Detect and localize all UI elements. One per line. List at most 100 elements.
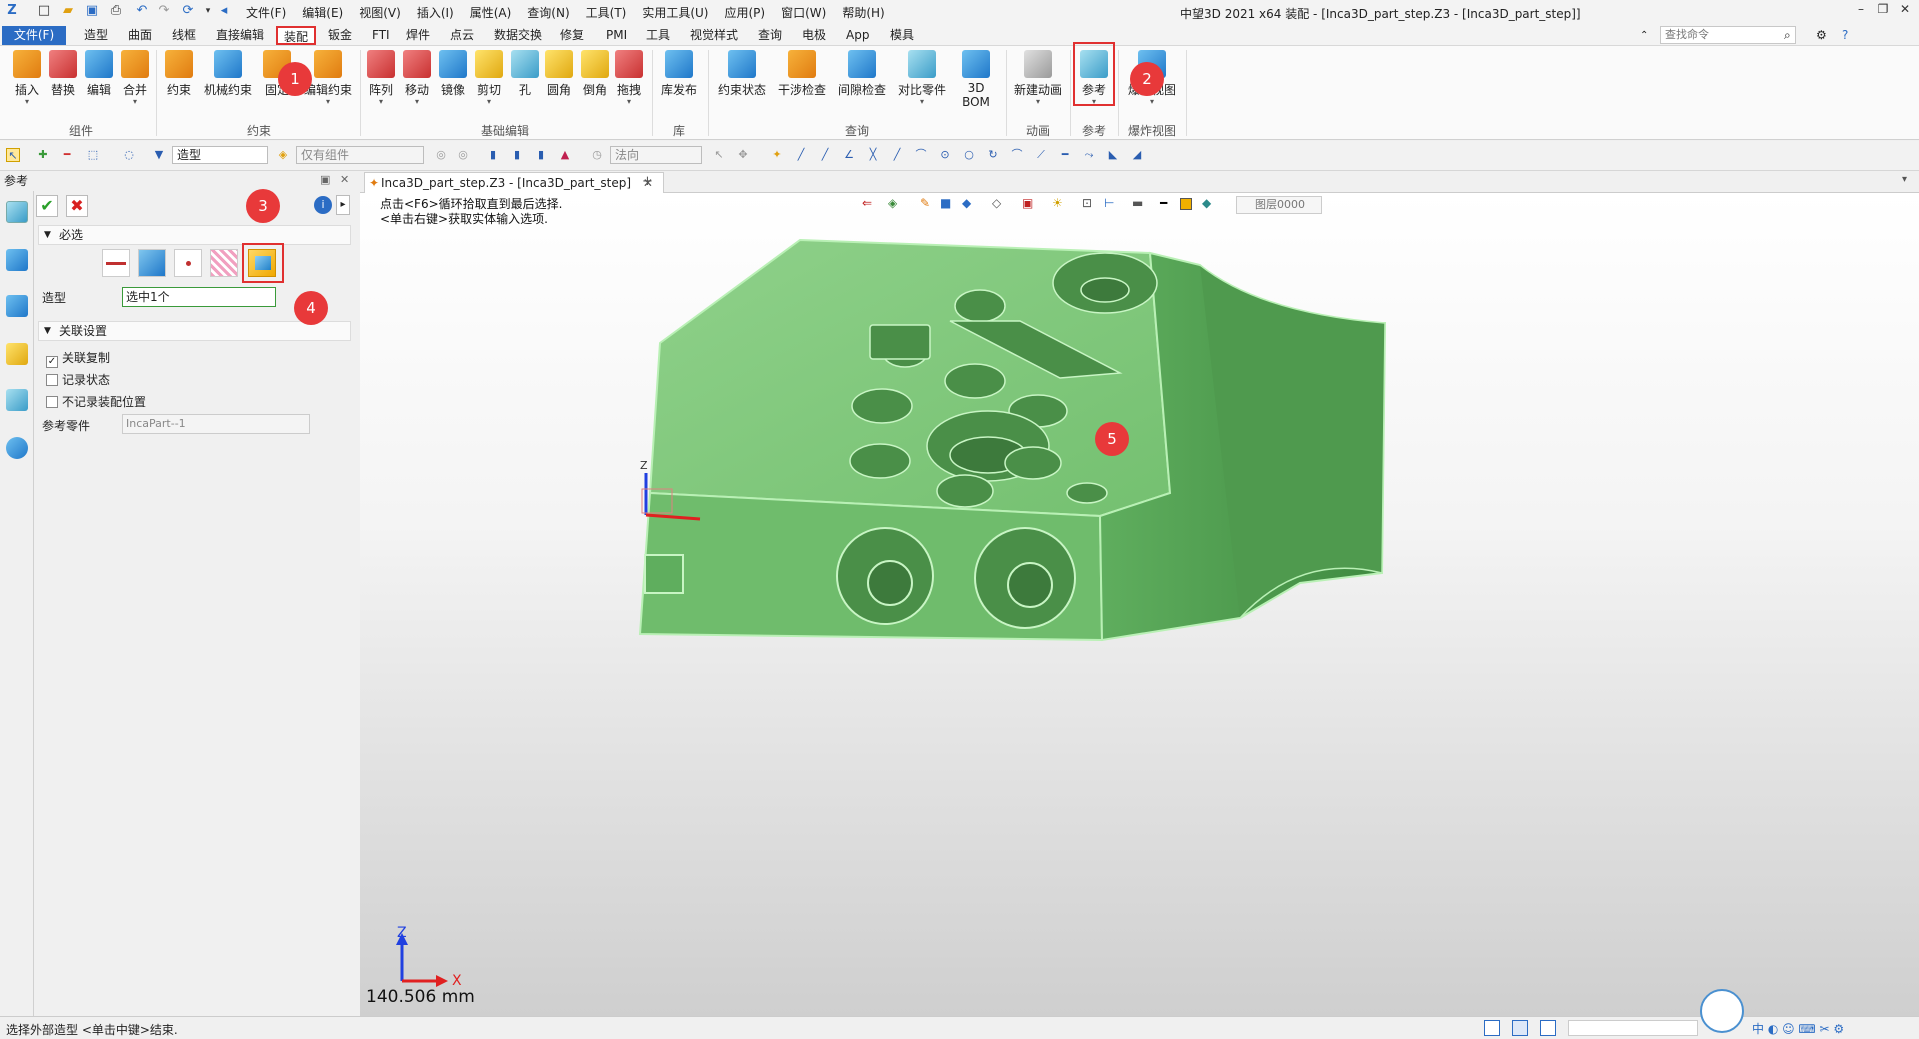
undo-icon[interactable]: ↶ (134, 3, 150, 19)
new-animation-button[interactable]: 新建动画 ▾ (1010, 50, 1066, 106)
3d-viewport[interactable]: 点击<F6>循环拾取直到最后选择. <单击右键>获取实体输入选项. ⇐ ◈ ✎ … (360, 193, 1919, 1016)
info-icon[interactable]: i (314, 196, 332, 214)
scope-icon[interactable]: ◈ (276, 148, 290, 162)
snap-perpendicular-icon[interactable]: ╱ (890, 148, 904, 162)
print-icon[interactable]: ⎙ (108, 3, 124, 19)
snap-arc-icon[interactable]: ⌒ (914, 148, 928, 162)
insert-button[interactable]: 插入 ▾ (10, 50, 44, 106)
tab-file[interactable]: 文件(F) (2, 26, 66, 45)
tab-fti[interactable]: FTI (366, 26, 396, 45)
snap-normal-icon[interactable]: ◣ (1106, 148, 1120, 162)
minimize-icon[interactable]: – (1852, 2, 1870, 20)
status-input[interactable] (1568, 1020, 1698, 1036)
ref-sketch-icon[interactable] (210, 249, 238, 277)
ime-toolbar[interactable]: 中 ◐ ☺ ⌨ ✂ ⚙ (1752, 1020, 1844, 1037)
window-icon[interactable] (1540, 1020, 1556, 1036)
tab-visual-style[interactable]: 视觉样式 (684, 26, 744, 45)
save-icon[interactable]: ▣ (84, 3, 100, 19)
cut-button[interactable]: 剪切 ▾ (472, 50, 506, 106)
snap-curve-icon[interactable]: ⟋ (1034, 148, 1048, 162)
snap-midpoint-icon[interactable]: ╱ (818, 148, 832, 162)
tab-mold[interactable]: 模具 (884, 26, 920, 45)
lasso-icon[interactable]: ◌ (122, 148, 136, 162)
snap-line-icon[interactable]: ╱ (794, 148, 808, 162)
constraint-button[interactable]: 约束 (162, 50, 196, 98)
tab-app[interactable]: App (840, 26, 875, 45)
confirm-check-icon[interactable]: ✔ (36, 195, 58, 217)
library-publish-button[interactable]: 库发布 (656, 50, 702, 98)
menu-item-0[interactable]: 文件(F) (238, 4, 294, 21)
reference-dock-icon[interactable] (6, 201, 28, 223)
tab-wireframe[interactable]: 线框 (166, 26, 202, 45)
new-file-icon[interactable]: □ (36, 3, 52, 19)
command-search-input[interactable]: 查找命令 (1660, 26, 1796, 44)
pin-icon[interactable]: ▲ (558, 148, 572, 162)
tab-sheetmetal[interactable]: 钣金 (322, 26, 358, 45)
dropdown-arrow-icon[interactable]: ▾ (200, 3, 216, 19)
menu-item-8[interactable]: 应用(P) (717, 4, 774, 21)
tab-direct-edit[interactable]: 直接编辑 (210, 26, 270, 45)
tab-menu-icon[interactable]: ▾ (1902, 174, 1907, 185)
search-icon[interactable]: ⌕ (1778, 26, 1797, 45)
history-tree-icon[interactable] (6, 295, 28, 317)
menu-item-6[interactable]: 工具(T) (578, 4, 635, 21)
snap-point-icon[interactable]: ✦ (770, 148, 784, 162)
tab-weldment[interactable]: 焊件 (400, 26, 436, 45)
view-manager-icon[interactable] (6, 389, 28, 411)
tab-pointcloud[interactable]: 点云 (444, 26, 480, 45)
view-mode-icon[interactable] (1484, 1020, 1500, 1036)
box-select-icon[interactable]: ⬚ (86, 148, 100, 162)
constraint-status-button[interactable]: 约束状态 (714, 50, 770, 98)
menu-item-3[interactable]: 插入(I) (409, 4, 462, 21)
snap-tangent-icon[interactable]: ↻ (986, 148, 1000, 162)
merge-button[interactable]: 合并 ▾ (118, 50, 152, 106)
move-button[interactable]: 移动 ▾ (400, 50, 434, 106)
shape-selection-field[interactable]: 选中1个 (122, 287, 276, 307)
pattern-button[interactable]: 阵列 ▾ (364, 50, 398, 106)
assembly-tree-icon[interactable] (6, 249, 28, 271)
compare-part-button[interactable]: 对比零件 ▾ (894, 50, 950, 106)
open-folder-icon[interactable]: ▰ (60, 3, 76, 19)
assoc-copy-checkbox[interactable]: ✓ 关联复制 (46, 349, 110, 368)
snap-end-icon[interactable]: ∠ (842, 148, 856, 162)
cancel-x-icon[interactable]: ✖ (66, 195, 88, 217)
menu-item-4[interactable]: 属性(A) (462, 4, 520, 21)
settings-gear-icon[interactable]: ⚙ (1810, 26, 1833, 45)
snap-face-icon[interactable]: ⤳ (1082, 148, 1096, 162)
redo-icon[interactable]: ↷ (156, 3, 172, 19)
tab-assembly[interactable]: 装配 (276, 26, 317, 45)
drag-button[interactable]: 拖拽 ▾ (612, 50, 646, 106)
ref-point-icon[interactable] (174, 249, 202, 277)
menu-item-1[interactable]: 编辑(E) (294, 4, 351, 21)
snap-grid-icon[interactable]: ◢ (1130, 148, 1144, 162)
align-right-icon[interactable]: ▮ (534, 148, 548, 162)
section-associative[interactable]: 关联设置 (38, 321, 351, 341)
new-tab-icon[interactable]: + (642, 174, 653, 189)
record-state-checkbox[interactable]: 记录状态 (46, 371, 110, 388)
direction-select[interactable]: 法向 (610, 146, 702, 164)
menu-item-7[interactable]: 实用工具(U) (634, 4, 716, 21)
ref-curve-icon[interactable] (102, 249, 130, 277)
replace-button[interactable]: 替换 (46, 50, 80, 98)
refresh-icon[interactable]: ⟳ (180, 3, 196, 19)
menu-item-5[interactable]: 查询(N) (519, 4, 577, 21)
tab-tools[interactable]: 工具 (640, 26, 676, 45)
tab-query[interactable]: 查询 (752, 26, 788, 45)
snap-quadrant-icon[interactable]: ⌒ (1010, 148, 1024, 162)
select-arrow-icon[interactable]: ↖ (6, 148, 20, 162)
align-center-icon[interactable]: ▮ (510, 148, 524, 162)
edit-component-button[interactable]: 编辑 (82, 50, 116, 98)
document-tab[interactable]: ✦ Inca3D_part_step.Z3 - [Inca3D_part_ste… (364, 172, 664, 193)
mechanical-constraint-button[interactable]: 机械约束 (200, 50, 256, 98)
chamfer-button[interactable]: 倒角 (578, 50, 612, 98)
filter-select[interactable]: 造型 (172, 146, 268, 164)
display-icon[interactable] (1512, 1020, 1528, 1036)
snap-circle-icon[interactable]: ○ (962, 148, 976, 162)
interference-check-button[interactable]: 干涉检查 (774, 50, 830, 98)
close-icon[interactable]: ✕ (1896, 2, 1914, 20)
collapse-ribbon-icon[interactable]: ⌃ (1634, 26, 1654, 45)
snap-center-icon[interactable]: ⊙ (938, 148, 952, 162)
user-role-icon[interactable] (6, 437, 28, 459)
no-record-position-checkbox[interactable]: 不记录装配位置 (46, 393, 146, 410)
mirror-button[interactable]: 镜像 (436, 50, 470, 98)
